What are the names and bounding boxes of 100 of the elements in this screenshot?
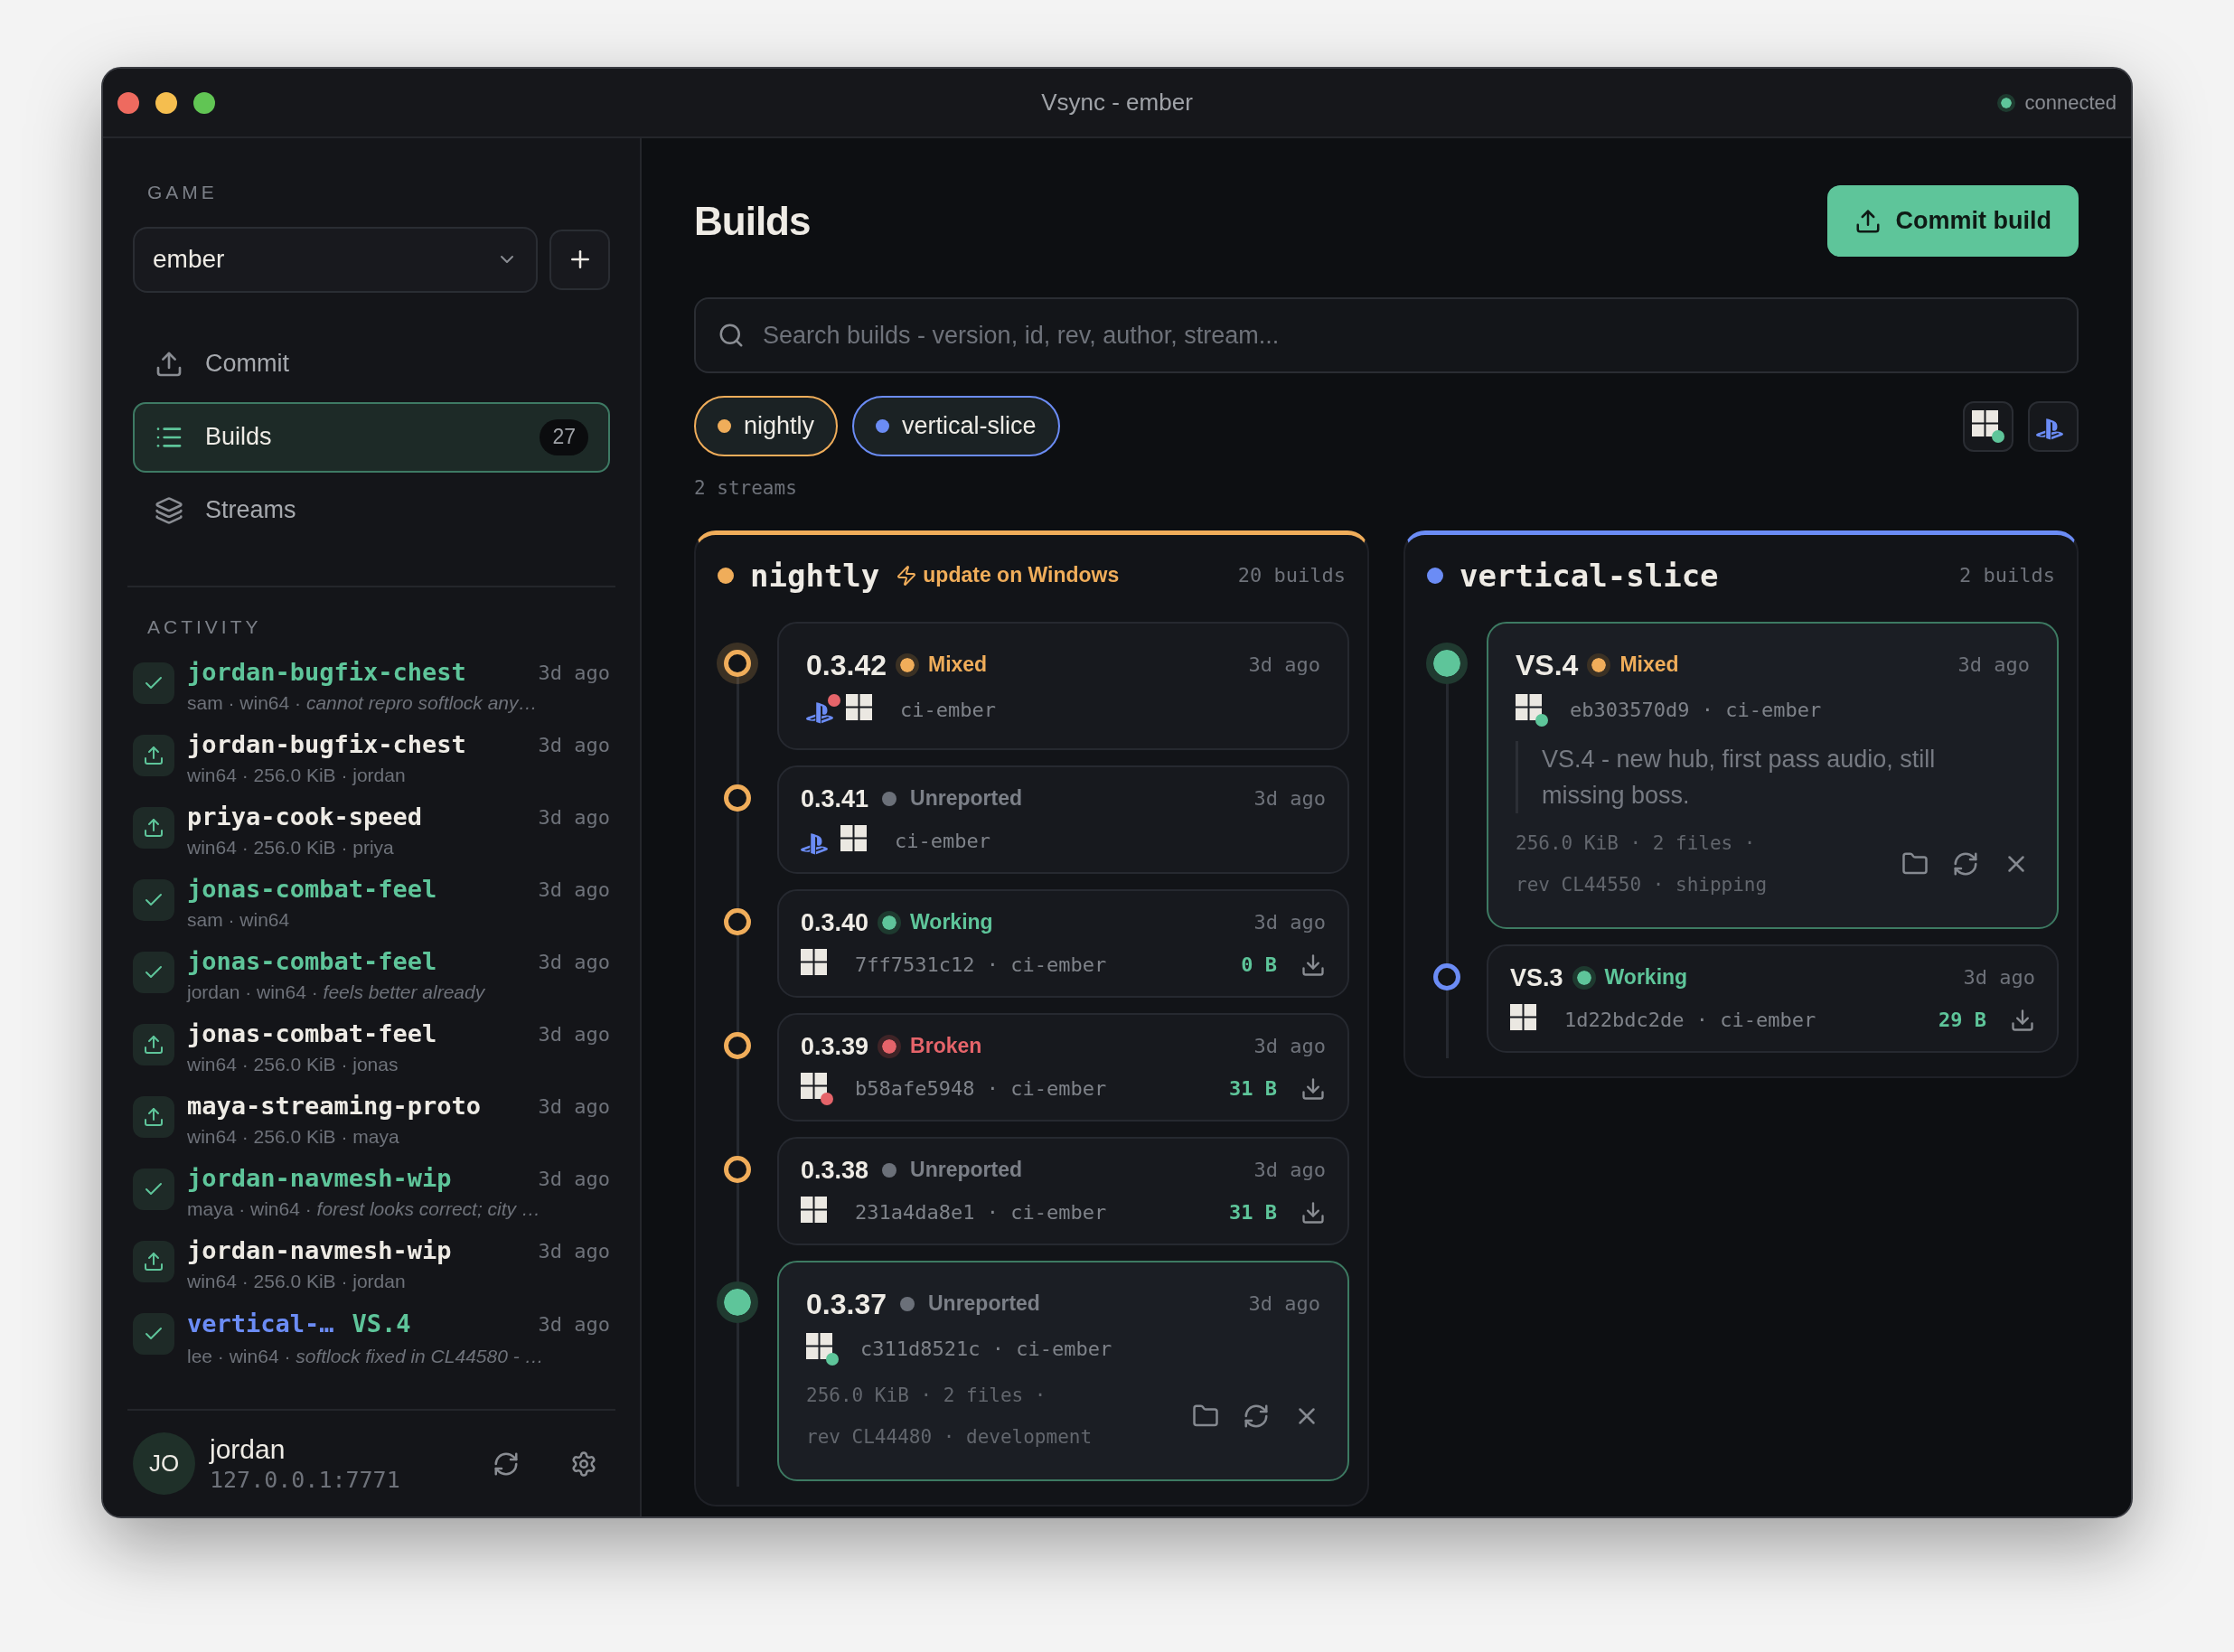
platform-toggle[interactable]	[1963, 400, 2013, 452]
windows-icon	[1516, 693, 1542, 720]
build-size: 31 B	[1229, 1200, 1277, 1225]
build-status: Unreported	[910, 785, 1023, 812]
build-time: 3d ago	[1248, 652, 1320, 678]
window-title: Vsync - ember	[1041, 88, 1193, 117]
build-details: 256.0 KiB · 2 files ·	[1516, 831, 1757, 856]
search-field[interactable]: Search builds - version, id, rev, author, stream...	[694, 297, 2079, 373]
download-button[interactable]	[1300, 1199, 1326, 1225]
activity-time: 3d ago	[538, 1238, 610, 1264]
windows-icon	[846, 693, 872, 720]
stream-name: nightly	[750, 556, 880, 595]
activity-time: 3d ago	[538, 660, 610, 686]
build-version: VS.3	[1510, 962, 1563, 993]
close-window-button[interactable]	[117, 91, 139, 114]
maximize-window-button[interactable]	[193, 91, 215, 114]
build-card[interactable]: 0.3.37 Unreported 3d ago c311d8521c · ci-ember 256.0 KiB · 2 files · rev CL44480 · development	[777, 1260, 1349, 1481]
activity-meta: win64 · 256.0 KiB · jordan	[187, 764, 407, 787]
layers-icon	[155, 495, 183, 525]
windows-icon	[801, 1072, 827, 1099]
activity-time: 3d ago	[538, 804, 610, 831]
activity-title: VS.4	[352, 1309, 411, 1340]
windows-icon	[1972, 409, 1998, 436]
user-address: 127.0.0.1:7771	[210, 1465, 400, 1495]
activity-time: 3d ago	[538, 877, 610, 903]
windows-icon	[1510, 1003, 1536, 1030]
build-card[interactable]: 0.3.42 Mixed 3d ago ci-ember	[777, 621, 1349, 750]
build-status: Working	[910, 909, 993, 936]
connection-status: connected	[2024, 90, 2117, 116]
download-button[interactable]	[2010, 1007, 2035, 1033]
build-card[interactable]: 0.3.38 Unreported 3d ago 231a4da8e1 · ci-ember 31 B	[777, 1136, 1349, 1245]
activity-meta: sam · win64	[187, 908, 291, 932]
build-version: VS.4	[1516, 647, 1579, 683]
download-button[interactable]	[1300, 1075, 1326, 1102]
build-source: 231a4da8e1 · ci-ember	[855, 1200, 1107, 1225]
build-version: 0.3.40	[801, 907, 869, 938]
settings-button[interactable]	[570, 1450, 597, 1478]
build-time: 3d ago	[1957, 652, 2030, 678]
download-icon	[1300, 1075, 1326, 1102]
build-status: Working	[1604, 964, 1688, 991]
platform-toggle[interactable]	[2028, 400, 2079, 452]
build-details: 256.0 KiB · 2 files ·	[806, 1383, 1047, 1408]
settings-icon	[570, 1450, 597, 1478]
stream-count: 2 streams	[694, 476, 798, 501]
activity-meta: maya · win64 · forest looks correct; city …	[187, 1197, 541, 1221]
activity-title: priya-cook-speed	[187, 802, 423, 832]
activity-meta: lee · win64 · softlock fixed in CL44580 - …	[187, 1344, 545, 1368]
build-source: c311d8521c · ci-ember	[860, 1337, 1112, 1362]
build-source: ci-ember	[900, 698, 996, 723]
build-version: 0.3.38	[801, 1155, 869, 1186]
stream-notice: update on Windows	[923, 562, 1120, 589]
activity-time: 3d ago	[538, 1094, 610, 1120]
activity-meta: win64 · 256.0 KiB · jonas	[187, 1053, 399, 1076]
build-card[interactable]: 0.3.40 Working 3d ago 7ff7531c12 · ci-ember 0 B	[777, 888, 1349, 998]
section-label: ACTIVITY	[146, 615, 263, 639]
stream-filter-chip[interactable]: nightly	[694, 396, 839, 456]
activity-time: 3d ago	[538, 1311, 610, 1338]
activity-meta: jordan · win64 · feels better already	[187, 981, 486, 1004]
build-time: 3d ago	[1253, 1158, 1326, 1183]
build-status: Mixed	[1619, 652, 1679, 679]
user-name: jordan	[210, 1432, 286, 1466]
activity-meta: win64 · 256.0 KiB · priya	[187, 836, 395, 859]
nav-item[interactable]: Streams	[133, 474, 610, 546]
commit-build-button[interactable]: Commit build	[1826, 185, 2079, 257]
download-button[interactable]	[1300, 952, 1326, 978]
minimize-window-button[interactable]	[155, 91, 177, 114]
build-version: 0.3.37	[806, 1286, 887, 1322]
build-card[interactable]: 0.3.39 Broken 3d ago b58afe5948 · ci-ember 31 B	[777, 1012, 1349, 1122]
build-status: Unreported	[927, 1291, 1040, 1318]
build-count: 20 builds	[1237, 563, 1346, 588]
build-size: 31 B	[1229, 1076, 1277, 1102]
build-card[interactable]: VS.4 Mixed 3d ago eb303570d9 · ci-ember VS.4 - new hub, first pass audio, still missing boss. 256.0 KiB · 2 files · rev CL44550 · shipping	[1487, 621, 2059, 929]
stream-filter-chip[interactable]: vertical-slice	[852, 396, 1060, 456]
activity-title: jordan-navmesh-wip	[187, 1235, 452, 1266]
build-source: ci-ember	[895, 829, 990, 854]
build-source: 7ff7531c12 · ci-ember	[855, 953, 1107, 978]
section-label: GAME	[146, 181, 219, 204]
activity-time: 3d ago	[538, 732, 610, 758]
build-time: 3d ago	[1963, 965, 2035, 990]
page-title: Builds	[694, 197, 811, 245]
build-status: Unreported	[910, 1157, 1023, 1184]
activity-meta: win64 · 256.0 KiB · maya	[187, 1125, 400, 1149]
build-version: 0.3.42	[806, 647, 887, 683]
build-size: 29 B	[1938, 1008, 1986, 1033]
build-status: Mixed	[927, 652, 988, 679]
build-card[interactable]: VS.3 Working 3d ago 1d22bdc2de · ci-ember 29 B	[1487, 943, 2059, 1053]
count-badge: 27	[540, 418, 588, 455]
build-version: 0.3.39	[801, 1031, 869, 1062]
game-select[interactable]: ember	[133, 226, 538, 293]
build-version: 0.3.41	[801, 784, 869, 814]
activity-time: 3d ago	[538, 949, 610, 975]
build-card[interactable]: 0.3.41 Unreported 3d ago ci-ember	[777, 765, 1349, 874]
nav-item[interactable]: Builds 27	[133, 401, 610, 473]
build-count: 2 builds	[1959, 563, 2055, 588]
build-source: eb303570d9 · ci-ember	[1570, 698, 1822, 723]
activity-meta: win64 · 256.0 KiB · jordan	[187, 1270, 407, 1293]
activity-title: jordan-bugfix-chest	[187, 729, 466, 760]
build-details: rev CL44480 · development	[806, 1424, 1093, 1450]
lightning-icon	[896, 564, 918, 587]
nav-item[interactable]: Commit	[133, 328, 610, 399]
